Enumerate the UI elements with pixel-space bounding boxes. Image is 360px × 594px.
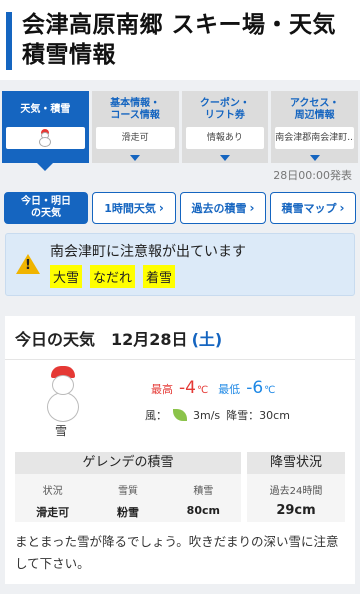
temp-unit: ℃ bbox=[264, 385, 276, 396]
wind-label: 風： bbox=[145, 409, 167, 422]
chevron-right-icon: › bbox=[158, 201, 164, 215]
col-header: 状況 bbox=[42, 486, 63, 497]
high-temp-value: -4 bbox=[179, 378, 196, 398]
snowman-icon bbox=[43, 366, 83, 422]
chevron-down-icon bbox=[130, 155, 141, 161]
tab-label: 天気・積雪 bbox=[20, 104, 71, 115]
tab-weather-snow[interactable]: 天気・積雪 bbox=[2, 91, 89, 171]
snowfall-period: 過去24時間 bbox=[269, 486, 323, 497]
slope-snow-panel: ゲレンデの積雪 状況 滑走可 雪質 粉雪 積雪 80cm bbox=[15, 452, 241, 522]
subnav-label: 1時間天気 bbox=[104, 202, 156, 215]
subnav-hourly-button[interactable]: 1時間天気 › bbox=[92, 192, 176, 224]
snowman-icon bbox=[38, 129, 52, 147]
chevron-right-icon: › bbox=[339, 201, 345, 215]
subnav-past-snow-button[interactable]: 過去の積雪 › bbox=[180, 192, 266, 224]
col-header: 雪質 bbox=[117, 486, 138, 497]
snowfall-panel-title: 降雪状況 bbox=[247, 452, 345, 474]
high-temp-label: 最高 bbox=[151, 383, 173, 396]
tab-value: 情報あり bbox=[185, 127, 265, 149]
wind-icon bbox=[173, 409, 187, 421]
updated-time: 28日00:00発表 bbox=[273, 169, 352, 182]
snowfall-amount: 29cm bbox=[276, 503, 316, 518]
slope-panel-title: ゲレンデの積雪 bbox=[15, 452, 241, 474]
subnav-snow-map-button[interactable]: 積雪マップ › bbox=[270, 192, 356, 224]
wind-value: 3m/s bbox=[193, 408, 221, 422]
weather-day-of-week: (土) bbox=[191, 330, 223, 349]
tab-value-box bbox=[6, 127, 85, 149]
tab-label: クーポン・ リフト券 bbox=[199, 98, 250, 121]
col-value: 滑走可 bbox=[36, 506, 70, 519]
alert-tag: なだれ bbox=[90, 265, 136, 288]
alert-tag: 大雪 bbox=[50, 265, 83, 288]
col-value: 80cm bbox=[186, 504, 220, 517]
snowfall-value: 30cm bbox=[259, 408, 290, 422]
chevron-right-icon: › bbox=[249, 201, 255, 215]
temp-unit: ℃ bbox=[196, 385, 209, 396]
tab-value: 滑走可 bbox=[95, 127, 175, 149]
page-header: 会津高原南郷 スキー場・天気 積雪情報 bbox=[0, 0, 360, 80]
tab-value: 南会津郡南会津町... bbox=[275, 127, 354, 149]
weather-card-title: 今日の天気 12月28日 (土) bbox=[15, 326, 222, 350]
col-value: 粉雪 bbox=[116, 506, 139, 519]
temperature-row: 最高 -4 ℃ 最低 -6 ℃ bbox=[151, 378, 285, 398]
title-accent-bar bbox=[6, 12, 12, 70]
weather-title: 今日の天気 bbox=[15, 330, 96, 349]
active-tab-pointer bbox=[37, 163, 54, 171]
today-weather-card: 今日の天気 12月28日 (土) 雪 最高 -4 ℃ 最低 -6 ℃ 風： 3m/s… bbox=[5, 316, 355, 584]
main-tabs: 天気・積雪 基本情報・ コース情報 滑走可 クーポン・ リフト券 情報あり アク… bbox=[0, 91, 360, 171]
low-temp-value: -6 bbox=[246, 378, 264, 398]
page-title-line2: 積雪情報 bbox=[22, 42, 116, 68]
weather-condition: 雪 bbox=[55, 424, 68, 438]
weather-alert[interactable]: ! 南会津町に注意報が出ています 大雪 なだれ 着雪 bbox=[5, 233, 355, 296]
tab-label: 基本情報・ コース情報 bbox=[110, 98, 161, 121]
subnav-label: 過去の積雪 bbox=[191, 202, 247, 215]
chevron-down-icon bbox=[219, 155, 230, 161]
page-title: 会津高原南郷 スキー場・天気 積雪情報 bbox=[22, 10, 350, 70]
col-header: 積雪 bbox=[193, 486, 214, 497]
tab-access[interactable]: アクセス・ 周辺情報 南会津郡南会津町... bbox=[271, 91, 358, 163]
snowfall-label: 降雪： bbox=[226, 409, 260, 422]
wind-snow-row: 風： 3m/s 降雪： 30cm bbox=[145, 407, 290, 423]
slope-status-col: 状況 滑走可 bbox=[15, 474, 90, 520]
tab-label: アクセス・ 周辺情報 bbox=[289, 98, 340, 121]
tab-coupon-lift[interactable]: クーポン・ リフト券 情報あり bbox=[181, 91, 269, 163]
warning-icon: ! bbox=[16, 254, 40, 274]
slope-quality-col: 雪質 粉雪 bbox=[90, 474, 165, 520]
slope-depth-col: 積雪 80cm bbox=[166, 474, 241, 520]
snowfall-panel: 降雪状況 過去24時間 29cm bbox=[247, 452, 345, 522]
alert-tag: 着雪 bbox=[143, 265, 176, 288]
alert-tags: 大雪 なだれ 着雪 bbox=[50, 265, 176, 288]
weather-date: 12月28日 bbox=[111, 330, 188, 349]
subnav-today-button[interactable]: 今日・明日 の天気 bbox=[4, 192, 88, 224]
low-temp-label: 最低 bbox=[218, 383, 241, 396]
page-title-line1: 会津高原南郷 スキー場・天気 bbox=[22, 12, 337, 38]
alert-text: 南会津町に注意報が出ています bbox=[50, 244, 246, 260]
weather-subnav: 今日・明日 の天気 1時間天気 › 過去の積雪 › 積雪マップ › bbox=[4, 192, 360, 224]
divider bbox=[5, 359, 355, 360]
chevron-down-icon bbox=[309, 155, 320, 161]
tab-basic-course[interactable]: 基本情報・ コース情報 滑走可 bbox=[91, 91, 179, 163]
subnav-label: 積雪マップ bbox=[281, 202, 337, 215]
forecast-comment: まとまった雪が降るでしょう。吹きだまりの深い雪に注意して下さい。 bbox=[15, 534, 339, 571]
